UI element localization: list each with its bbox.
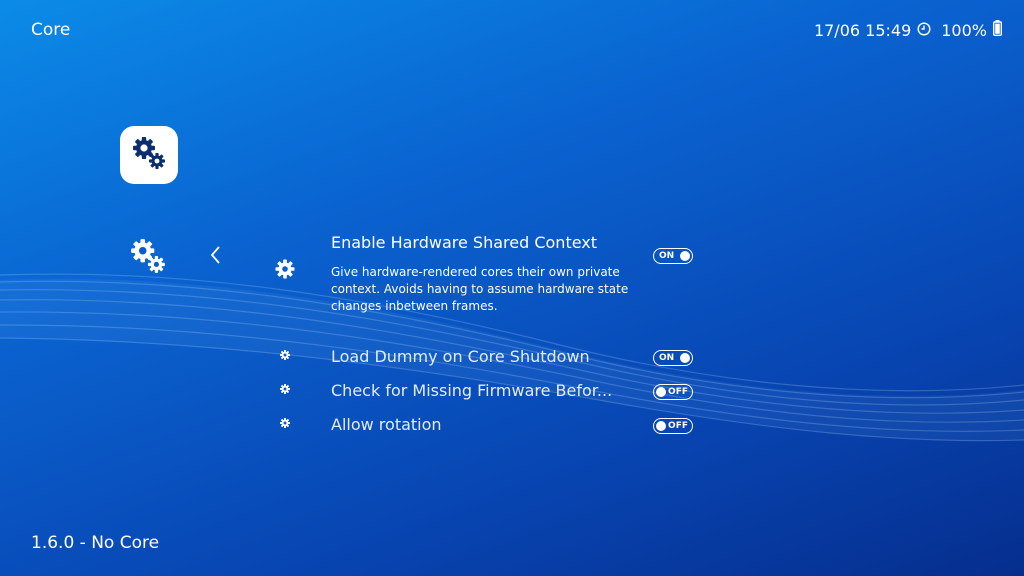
toggle-knob [656, 421, 666, 431]
toggle-switch[interactable]: ON [653, 248, 693, 264]
gear-icon [270, 383, 300, 395]
settings-gears-icon[interactable] [128, 236, 168, 280]
toggle-switch[interactable]: OFF [653, 384, 693, 400]
toggle-value: OFF [668, 421, 688, 431]
menu-item[interactable]: Check for Missing Firmware Befor... [270, 381, 612, 400]
toggle-value: OFF [668, 387, 688, 397]
datetime-text: 17/06 15:49 [813, 20, 912, 40]
settings-gears-icon [130, 134, 168, 176]
toggle-knob [680, 251, 690, 261]
header-title: Core [31, 20, 71, 40]
toggle-switch[interactable]: ON [653, 350, 693, 366]
menu-screen: Core 17/06 15:49 100% Enable Hardware Sh… [0, 0, 1024, 576]
version-label: 1.6.0 - No Core [31, 533, 160, 553]
chevron-left-icon[interactable] [209, 245, 223, 269]
toggle-knob [656, 387, 666, 397]
gear-icon [270, 349, 300, 361]
clock-icon [917, 21, 931, 40]
toggle-value: ON [659, 251, 675, 261]
battery-icon [992, 20, 1002, 40]
toggle-knob [680, 353, 690, 363]
toggle-value: ON [659, 353, 675, 363]
menu-item-label: Load Dummy on Core Shutdown [331, 347, 590, 366]
menu-item[interactable]: Allow rotation [270, 415, 442, 434]
menu-item-label: Check for Missing Firmware Befor... [331, 381, 613, 400]
toggle-switch[interactable]: OFF [653, 418, 693, 434]
menu-item-selected[interactable]: Enable Hardware Shared Context [270, 233, 597, 281]
gear-icon [270, 233, 300, 281]
status-bar: 17/06 15:49 100% [814, 20, 1002, 40]
menu-item-label: Enable Hardware Shared Context [331, 233, 598, 252]
menu-item[interactable]: Load Dummy on Core Shutdown [270, 347, 590, 366]
battery-text: 100% [941, 20, 987, 40]
menu-item-label: Allow rotation [331, 415, 442, 434]
gear-icon [270, 417, 300, 429]
settings-tile[interactable] [120, 126, 178, 184]
menu-item-description: Give hardware-rendered cores their own p… [331, 265, 629, 313]
